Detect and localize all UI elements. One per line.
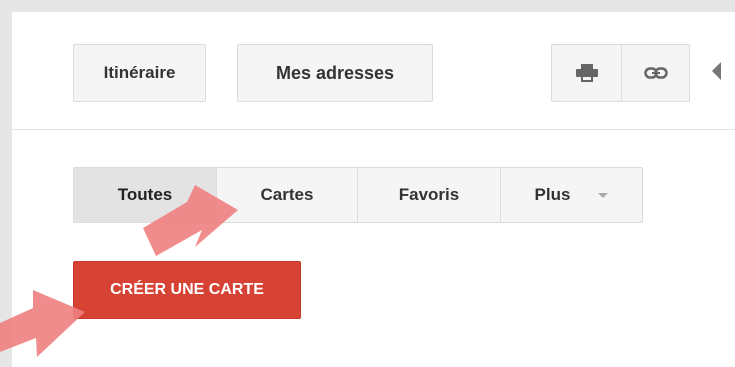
- arrow-to-create-button: [0, 290, 85, 357]
- annotation-arrows: [0, 185, 238, 357]
- arrow-to-maps-tab: [143, 185, 238, 256]
